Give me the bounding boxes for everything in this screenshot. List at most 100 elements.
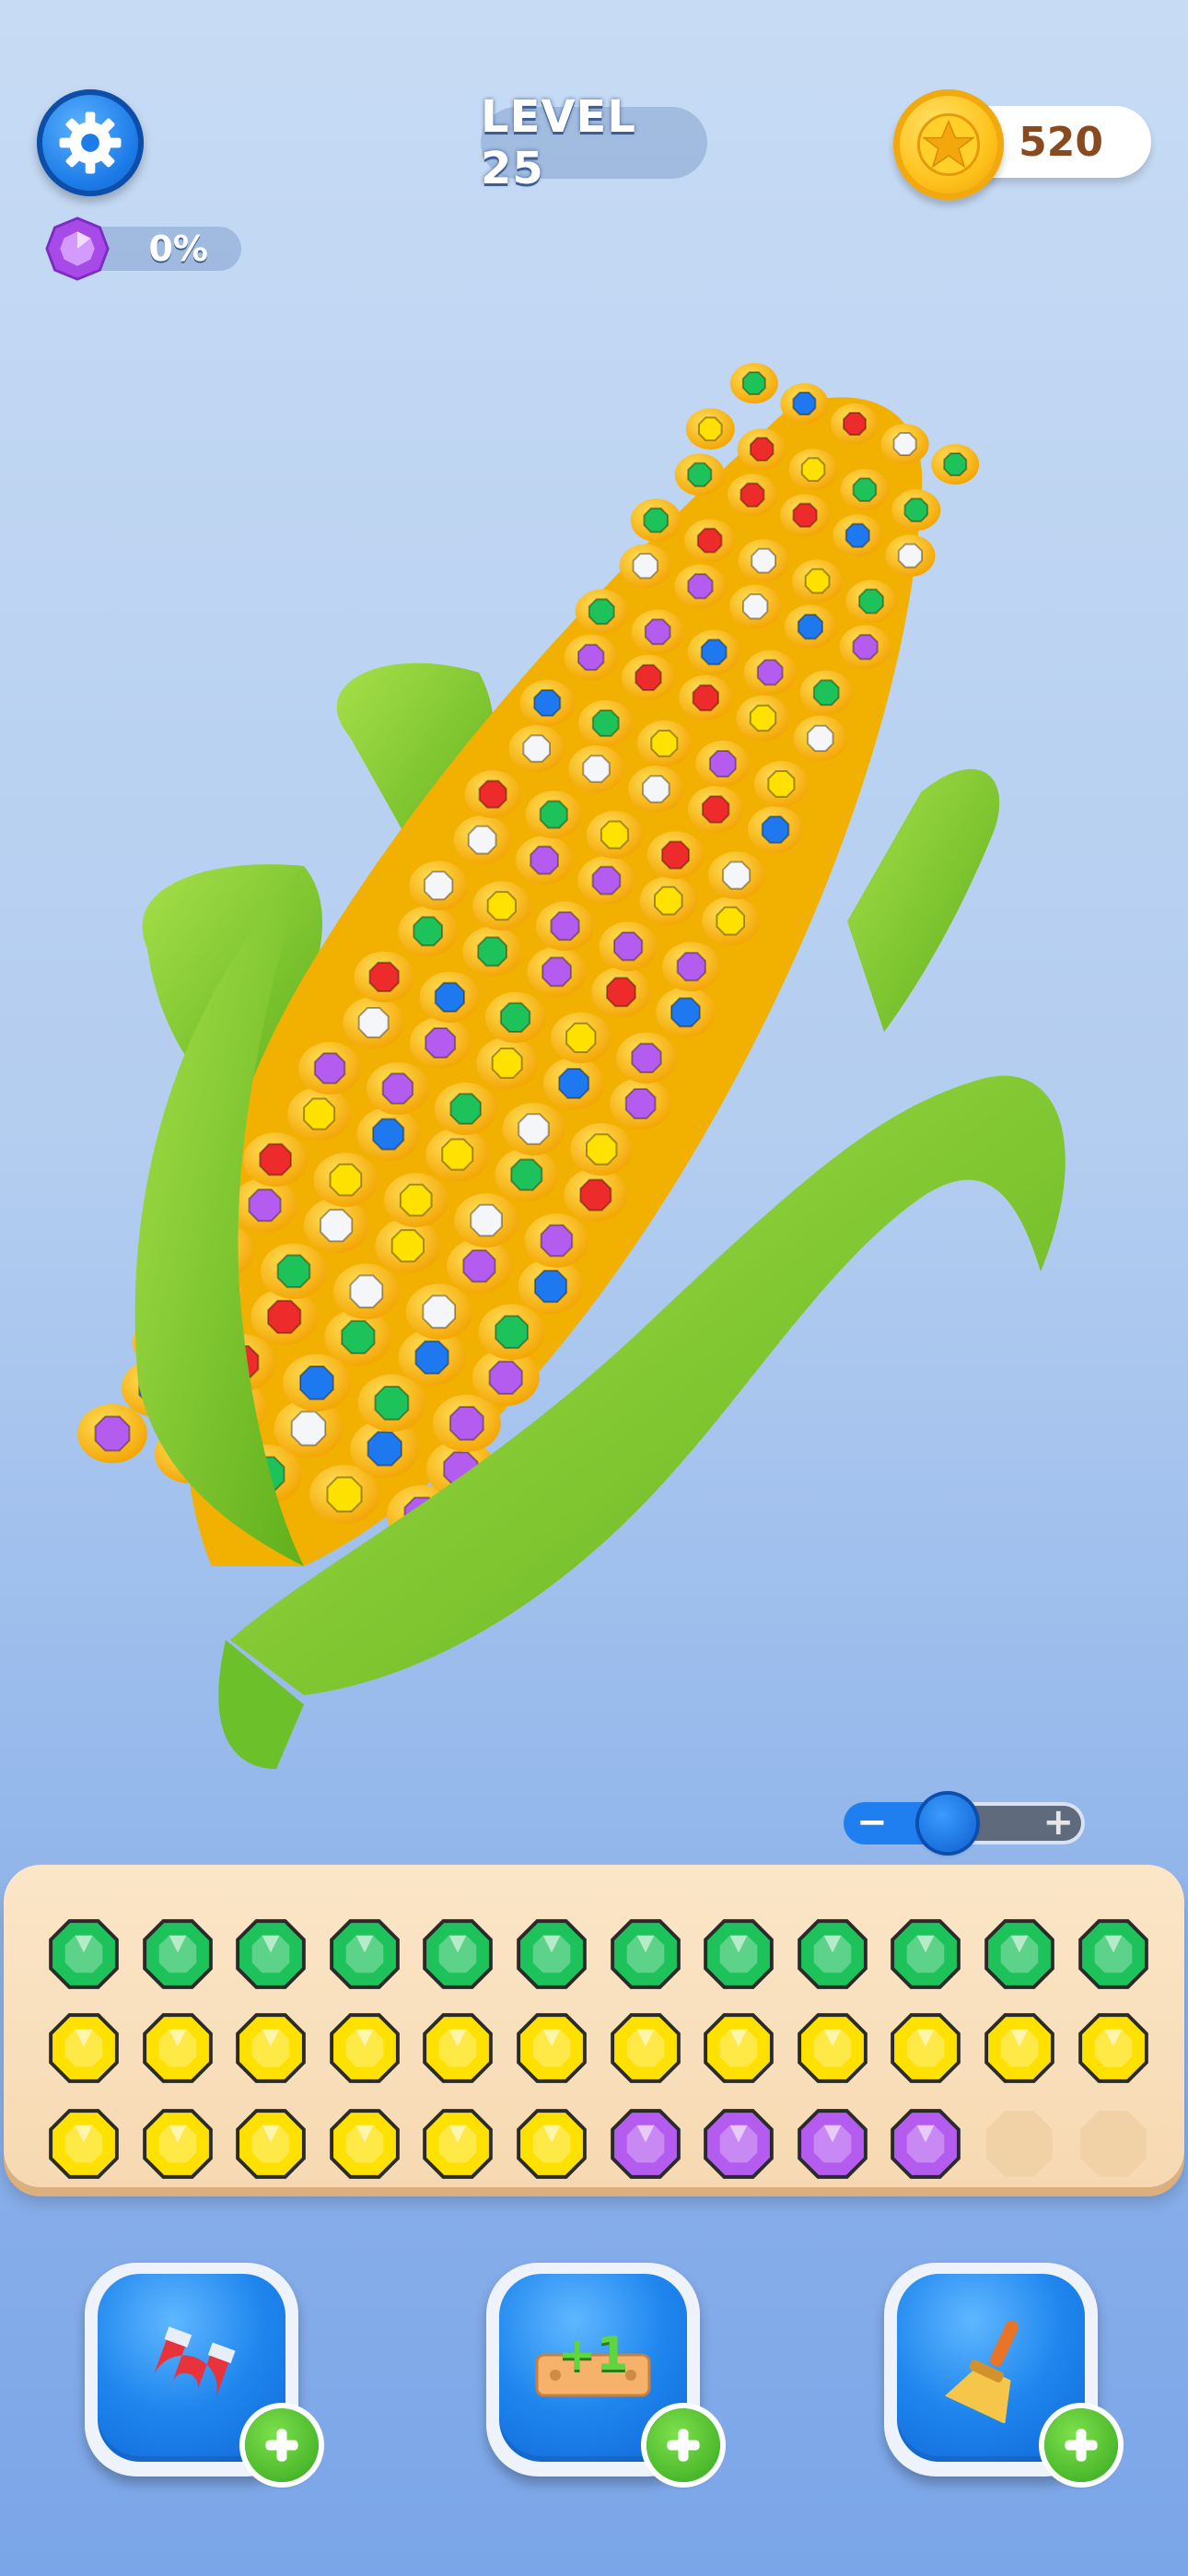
blue-gem-on-corn[interactable] xyxy=(844,522,870,548)
red-gem-on-corn[interactable] xyxy=(740,482,765,508)
yellow-gem-on-corn[interactable] xyxy=(441,1138,474,1171)
magnet-booster-button[interactable] xyxy=(85,2263,319,2482)
purple-gem-on-corn[interactable] xyxy=(381,1072,414,1105)
white-gem-on-corn[interactable] xyxy=(722,861,751,890)
purple-gem-on-corn[interactable] xyxy=(644,618,671,646)
green-gem-on-corn[interactable] xyxy=(903,498,929,522)
green-gem-on-corn[interactable] xyxy=(943,452,968,476)
white-gem-on-corn[interactable] xyxy=(807,724,834,753)
purple-gem-on-corn[interactable] xyxy=(425,1027,457,1059)
red-gem-on-corn[interactable] xyxy=(635,663,662,692)
add-booster-icon[interactable] xyxy=(646,2408,720,2482)
green-gem-on-corn[interactable] xyxy=(591,709,620,737)
blue-gem-on-corn[interactable] xyxy=(670,997,701,1028)
purple-gem-on-corn[interactable] xyxy=(94,1415,131,1452)
white-gem-on-corn[interactable] xyxy=(422,1294,457,1329)
yellow-gem-on-corn[interactable] xyxy=(650,730,679,757)
zoom-slider[interactable]: − + xyxy=(844,1795,1085,1852)
purple-gem-on-corn[interactable] xyxy=(540,1224,574,1258)
blue-gem-on-corn[interactable] xyxy=(761,815,790,844)
yellow-gem-on-corn[interactable] xyxy=(329,1163,363,1197)
add-booster-icon[interactable] xyxy=(245,2408,319,2482)
purple-gem-on-corn[interactable] xyxy=(448,1406,484,1441)
white-gem-on-corn[interactable] xyxy=(897,543,923,568)
purple-gem-on-corn[interactable] xyxy=(676,952,706,982)
zoom-slider-knob[interactable] xyxy=(919,1795,977,1852)
white-gem-on-corn[interactable] xyxy=(522,734,551,763)
yellow-gem-on-corn[interactable] xyxy=(586,1133,618,1165)
blue-gem-on-corn[interactable] xyxy=(299,1365,334,1400)
purple-gem-on-corn[interactable] xyxy=(530,845,559,875)
purple-gem-on-corn[interactable] xyxy=(577,643,605,672)
zoom-in-icon[interactable]: + xyxy=(1042,1801,1074,1844)
settings-button[interactable] xyxy=(37,89,144,196)
green-gem-on-corn[interactable] xyxy=(374,1386,410,1421)
green-gem-on-corn[interactable] xyxy=(643,507,670,533)
purple-gem-on-corn[interactable] xyxy=(613,931,644,962)
blue-gem-on-corn[interactable] xyxy=(700,638,728,666)
purple-gem-on-corn[interactable] xyxy=(631,1042,662,1073)
blue-gem-on-corn[interactable] xyxy=(372,1118,405,1151)
yellow-gem-on-corn[interactable] xyxy=(654,885,683,916)
white-gem-on-corn[interactable] xyxy=(518,1113,550,1145)
white-gem-on-corn[interactable] xyxy=(467,825,497,855)
red-gem-on-corn[interactable] xyxy=(692,684,719,712)
blue-gem-on-corn[interactable] xyxy=(533,689,562,717)
green-gem-on-corn[interactable] xyxy=(687,462,713,487)
green-gem-on-corn[interactable] xyxy=(858,588,884,615)
white-gem-on-corn[interactable] xyxy=(357,1007,390,1038)
yellow-gem-on-corn[interactable] xyxy=(390,1229,425,1263)
white-gem-on-corn[interactable] xyxy=(642,775,670,803)
yellow-gem-on-corn[interactable] xyxy=(716,906,745,936)
blue-gem-on-corn[interactable] xyxy=(533,1270,568,1304)
yellow-gem-on-corn[interactable] xyxy=(767,770,796,798)
green-gem-on-corn[interactable] xyxy=(477,936,507,967)
jeweled-corn-object[interactable] xyxy=(0,350,1188,1824)
green-gem-on-corn[interactable] xyxy=(812,679,840,707)
blue-gem-on-corn[interactable] xyxy=(797,614,823,640)
add-slot-booster-button[interactable]: +1 xyxy=(486,2263,720,2482)
yellow-gem-on-corn[interactable] xyxy=(804,568,831,594)
white-gem-on-corn[interactable] xyxy=(582,755,611,783)
green-gem-on-corn[interactable] xyxy=(741,371,766,395)
white-gem-on-corn[interactable] xyxy=(892,432,917,456)
yellow-gem-on-corn[interactable] xyxy=(749,704,777,732)
blue-gem-on-corn[interactable] xyxy=(434,981,465,1013)
green-gem-on-corn[interactable] xyxy=(449,1093,482,1125)
red-gem-on-corn[interactable] xyxy=(701,795,730,824)
white-gem-on-corn[interactable] xyxy=(290,1411,327,1446)
white-gem-on-corn[interactable] xyxy=(470,1203,503,1237)
white-gem-on-corn[interactable] xyxy=(742,593,769,620)
add-booster-icon[interactable] xyxy=(1044,2408,1118,2482)
green-gem-on-corn[interactable] xyxy=(276,1254,311,1289)
purple-gem-on-corn[interactable] xyxy=(756,659,784,686)
blue-gem-on-corn[interactable] xyxy=(367,1431,402,1467)
broom-booster-button[interactable] xyxy=(884,2263,1118,2482)
green-gem-on-corn[interactable] xyxy=(539,800,568,829)
white-gem-on-corn[interactable] xyxy=(320,1209,354,1243)
purple-gem-on-corn[interactable] xyxy=(550,911,580,942)
red-gem-on-corn[interactable] xyxy=(579,1178,612,1212)
purple-gem-on-corn[interactable] xyxy=(462,1249,496,1283)
purple-gem-on-corn[interactable] xyxy=(624,1088,657,1119)
red-gem-on-corn[interactable] xyxy=(259,1142,292,1177)
red-gem-on-corn[interactable] xyxy=(696,527,723,554)
red-gem-on-corn[interactable] xyxy=(267,1299,302,1334)
purple-gem-on-corn[interactable] xyxy=(708,750,737,778)
red-gem-on-corn[interactable] xyxy=(606,977,636,1008)
white-gem-on-corn[interactable] xyxy=(349,1274,384,1309)
white-gem-on-corn[interactable] xyxy=(751,547,776,574)
red-gem-on-corn[interactable] xyxy=(792,502,818,528)
yellow-gem-on-corn[interactable] xyxy=(698,416,723,441)
yellow-gem-on-corn[interactable] xyxy=(491,1048,523,1079)
white-gem-on-corn[interactable] xyxy=(424,871,454,901)
yellow-gem-on-corn[interactable] xyxy=(326,1476,363,1513)
red-gem-on-corn[interactable] xyxy=(749,437,775,462)
yellow-gem-on-corn[interactable] xyxy=(600,820,629,849)
yellow-gem-on-corn[interactable] xyxy=(800,457,826,482)
zoom-out-icon[interactable]: − xyxy=(856,1801,888,1844)
green-gem-on-corn[interactable] xyxy=(510,1158,543,1191)
purple-gem-on-corn[interactable] xyxy=(852,634,879,661)
red-gem-on-corn[interactable] xyxy=(843,412,867,436)
purple-gem-on-corn[interactable] xyxy=(248,1188,282,1223)
